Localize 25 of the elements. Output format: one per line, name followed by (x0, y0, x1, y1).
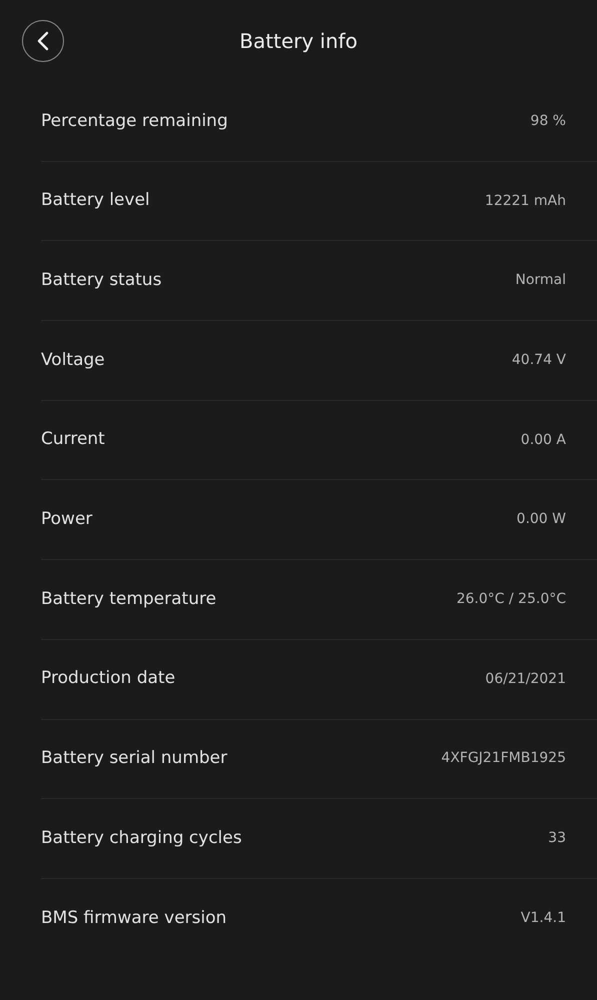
row-label: Current (41, 428, 105, 452)
row-label: Voltage (41, 348, 105, 372)
row-value: 40.74 V (512, 350, 566, 370)
back-button[interactable] (22, 20, 64, 62)
row-value: 12221 mAh (484, 192, 566, 211)
row-value: 4XFGJ21FMB1925 (441, 749, 566, 768)
row-label: Power (41, 508, 92, 532)
row-label: Production date (41, 667, 176, 690)
row-label: BMS firmware version (41, 906, 227, 930)
row-label: Battery status (41, 268, 162, 292)
row-value: 33 (548, 829, 566, 848)
row-value: Normal (515, 271, 566, 290)
row-value: 0.00 W (516, 510, 566, 530)
row-label: Percentage remaining (41, 110, 228, 133)
row-label: Battery temperature (41, 588, 216, 611)
row-label: Battery charging cycles (41, 826, 242, 850)
row-label: Battery level (41, 189, 150, 212)
row-label: Battery serial number (41, 747, 228, 770)
row-value: 26.0°C / 25.0°C (456, 590, 566, 609)
row-value: 06/21/2021 (485, 670, 566, 689)
back-icon (37, 31, 49, 51)
row-value: 98 % (530, 112, 566, 131)
row-value: V1.4.1 (520, 909, 566, 928)
page-title: Battery info (240, 28, 358, 54)
row-value: 0.00 A (520, 430, 566, 450)
